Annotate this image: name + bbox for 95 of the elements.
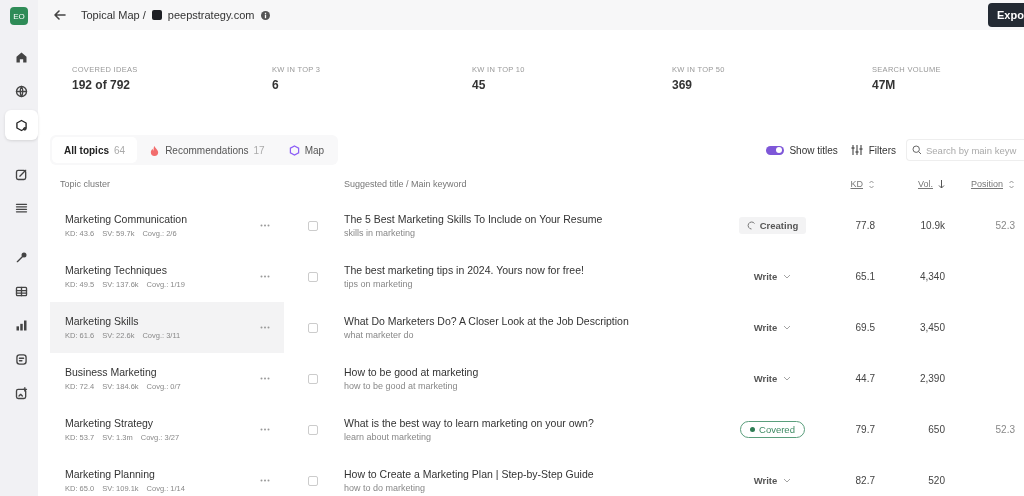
- sort-descending-icon: [938, 179, 945, 189]
- hexagon-icon: [14, 117, 29, 133]
- filter-sliders-icon[interactable]: [849, 144, 864, 156]
- sidebar-item[interactable]: [5, 110, 38, 140]
- info-icon[interactable]: [261, 10, 271, 20]
- write-dropdown[interactable]: Write: [750, 268, 795, 285]
- suggested-title[interactable]: What is the best way to learn marketing on your own?: [344, 417, 725, 429]
- main-keyword: how to be good at marketing: [344, 381, 459, 391]
- more-options-icon[interactable]: [260, 224, 270, 227]
- write-dropdown[interactable]: Write: [750, 319, 795, 336]
- more-options-icon[interactable]: [260, 326, 270, 329]
- more-options-icon[interactable]: [260, 428, 270, 431]
- cluster-name: Marketing Strategy: [65, 417, 155, 429]
- tab-label: Map: [304, 144, 325, 156]
- cluster-name: Marketing Communication: [65, 213, 188, 225]
- kd-value: 65.1: [854, 271, 875, 282]
- more-options-icon[interactable]: [260, 275, 270, 278]
- tab-count: 17: [253, 144, 265, 156]
- tab[interactable]: All topics 64: [52, 137, 138, 163]
- kd-value: 79.7: [854, 424, 875, 435]
- stat-value: 45: [472, 78, 486, 92]
- domain-name: peepstrategy.com: [167, 9, 255, 21]
- chevron-down-icon: [783, 478, 792, 483]
- back-arrow-icon[interactable]: [52, 7, 68, 23]
- main-keyword: what marketer do: [344, 330, 415, 340]
- cluster-name: Marketing Skills: [65, 315, 140, 327]
- tab-label: All topics: [64, 144, 109, 156]
- cluster-name: Marketing Planning: [65, 468, 156, 480]
- volume-value: 4,340: [918, 271, 945, 282]
- suggested-title[interactable]: How to be good at marketing: [344, 366, 725, 378]
- site-favicon-icon: [151, 10, 162, 20]
- volume-value: 10.9k: [919, 220, 945, 231]
- sort-icon: [1008, 179, 1015, 189]
- main-keyword: skills in marketing: [344, 228, 417, 238]
- column-header: Suggested title / Main keyword: [344, 179, 468, 189]
- breadcrumb[interactable]: Topical Map /: [81, 9, 146, 21]
- creating-status: Creating: [738, 217, 807, 234]
- row-checkbox[interactable]: [308, 424, 318, 435]
- sortable-column-header[interactable]: KD: [820, 179, 875, 189]
- row-checkbox[interactable]: [308, 475, 318, 486]
- chevron-down-icon: [783, 325, 792, 330]
- suggested-title[interactable]: The best marketing tips in 2024. Yours now for free!: [344, 264, 725, 276]
- tab-label: Recommendations: [165, 144, 249, 156]
- stat-value: 369: [672, 78, 693, 92]
- stat-value: 47M: [872, 78, 896, 92]
- stat-value: 6: [272, 78, 279, 92]
- write-dropdown[interactable]: Write: [750, 472, 795, 489]
- column-header: Topic cluster: [60, 179, 111, 189]
- main-keyword: tips on marketing: [344, 279, 414, 289]
- main-keyword: how to do marketing: [344, 483, 427, 493]
- sortable-column-header[interactable]: Vol.: [875, 179, 945, 189]
- volume-value: 650: [927, 424, 945, 435]
- export-button[interactable]: Expo: [988, 3, 1024, 27]
- hexagon-icon: [288, 144, 300, 156]
- tab[interactable]: Map: [276, 137, 337, 163]
- row-checkbox[interactable]: [308, 271, 318, 282]
- more-options-icon[interactable]: [260, 377, 270, 380]
- kd-value: 69.5: [854, 322, 875, 333]
- cluster-name: Business Marketing: [65, 366, 158, 378]
- document-icon: [14, 351, 29, 367]
- search-icon: [912, 145, 922, 155]
- volume-value: 520: [927, 475, 945, 486]
- kd-value: 82.7: [854, 475, 875, 486]
- chevron-down-icon: [783, 376, 792, 381]
- toggle-label: Show titles: [789, 144, 838, 156]
- write-dropdown[interactable]: Write: [750, 370, 795, 387]
- image-edit-icon: [14, 385, 29, 401]
- stat-value: 192 of 792: [72, 78, 131, 92]
- volume-value: 3,450: [918, 322, 945, 333]
- row-checkbox[interactable]: [308, 373, 318, 384]
- tab[interactable]: Recommendations 17: [137, 137, 277, 163]
- sort-icon: [868, 179, 875, 189]
- suggested-title[interactable]: The 5 Best Marketing Skills To Include on Your Resume: [344, 213, 725, 225]
- toggle-switch[interactable]: [766, 145, 785, 155]
- sortable-column-header[interactable]: Position: [945, 179, 1015, 189]
- chevron-down-icon: [783, 274, 792, 279]
- kd-value: 77.8: [854, 220, 875, 231]
- tab-count: 64: [114, 144, 126, 156]
- volume-value: 2,390: [918, 373, 945, 384]
- position-value: 52.3: [994, 220, 1015, 231]
- more-options-icon[interactable]: [260, 479, 270, 482]
- globe-icon: [14, 83, 29, 99]
- cluster-name: Marketing Techniques: [65, 264, 168, 276]
- position-value: 52.3: [994, 424, 1015, 435]
- row-checkbox[interactable]: [308, 322, 318, 333]
- filters-button[interactable]: Filters: [868, 144, 896, 156]
- spinner-icon: [746, 221, 756, 230]
- main-keyword: learn about marketing: [344, 432, 433, 442]
- flame-icon: [149, 144, 161, 156]
- suggested-title[interactable]: How to Create a Marketing Plan | Step-by-Step Guide: [344, 468, 725, 480]
- user-avatar[interactable]: EO: [10, 7, 28, 25]
- suggested-title[interactable]: What Do Marketers Do? A Closer Look at the Job Description: [344, 315, 725, 327]
- kd-value: 44.7: [854, 373, 875, 384]
- search-field[interactable]: Search by main keyw: [906, 139, 1024, 161]
- row-checkbox[interactable]: [308, 220, 318, 231]
